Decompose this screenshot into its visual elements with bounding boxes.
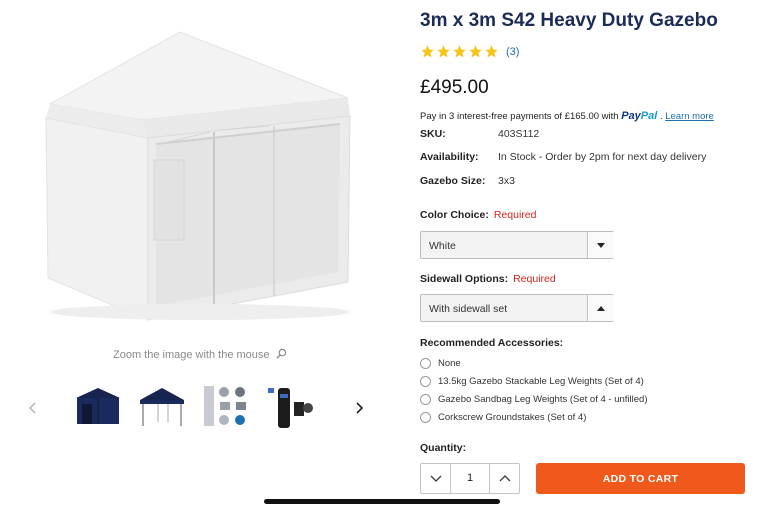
accessory-label: 13.5kg Gazebo Stackable Leg Weights (Set… [438,376,644,387]
thumbnail-gazebo-navy-open[interactable] [136,380,188,432]
star-icon [420,44,435,59]
required-badge: Required [513,273,556,285]
product-rating[interactable]: (3) [420,44,519,59]
meta-value: 403S112 [498,128,540,140]
meta-key: SKU: [420,128,446,140]
product-title: 3m x 3m S42 Heavy Duty Gazebo [420,10,718,31]
accessory-option[interactable]: None [420,358,461,369]
main-product-image[interactable] [30,20,370,330]
increase-quantity-button[interactable] [489,464,519,493]
color-choice-select[interactable]: White [420,231,614,259]
star-icon [436,44,451,59]
decrease-quantity-button[interactable] [421,464,451,493]
caret-down-icon [588,232,614,258]
accessory-label: Gazebo Sandbag Leg Weights (Set of 4 - u… [438,394,648,405]
product-price: £495.00 [420,77,489,98]
paypal-logo-pal: Pal [640,110,658,122]
product-gallery: Zoom the image with the mouse [0,0,400,510]
sidewall-options-text: Sidewall Options: [420,273,509,285]
quantity-label: Quantity: [420,442,467,454]
sidewall-options-select[interactable]: With sidewall set [420,294,614,322]
thumbnail-accessories-parts[interactable] [200,380,252,432]
chevron-left-icon[interactable] [26,400,40,416]
sidewall-options-value: With sidewall set [429,303,508,315]
quantity-stepper: 1 [420,463,520,494]
accessory-label: None [438,358,461,369]
accessory-option[interactable]: Gazebo Sandbag Leg Weights (Set of 4 - u… [420,394,647,405]
star-icon [484,44,499,59]
chevron-down-icon [430,475,441,482]
color-choice-label: Color Choice: Required [420,209,536,221]
add-to-cart-button[interactable]: ADD TO CART [536,463,745,494]
magnifier-icon [275,348,287,362]
meta-value: In Stock - Order by 2pm for next day del… [498,151,707,163]
accessory-option[interactable]: Corkscrew Groundstakes (Set of 4) [420,412,586,423]
star-icon [468,44,483,59]
thumbnail-strip [20,378,370,438]
star-icon [452,44,467,59]
accessory-option[interactable]: 13.5kg Gazebo Stackable Leg Weights (Set… [420,376,644,387]
radio-button[interactable] [420,376,431,387]
color-choice-text: Color Choice: [420,209,489,221]
quantity-input[interactable]: 1 [451,464,489,493]
paypal-logo-pay: Pay [621,110,641,122]
chevron-right-icon[interactable] [352,400,366,416]
home-indicator [264,499,500,504]
zoom-hint: Zoom the image with the mouse [113,348,287,362]
caret-up-icon [588,295,614,321]
paypal-logo: PayPal [621,110,657,122]
meta-key: Gazebo Size: [420,175,486,187]
paypal-text: Pay in 3 interest-free payments of £165.… [420,111,619,122]
recommended-accessories-title: Recommended Accessories: [420,337,564,349]
paypal-installments: Pay in 3 interest-free payments of £165.… [420,110,714,122]
learn-more-link[interactable]: Learn more [665,111,714,122]
required-badge: Required [493,209,537,221]
chevron-up-icon [499,475,510,482]
thumbnail-gazebo-packed-bag[interactable] [264,380,316,432]
product-info: 3m x 3m S42 Heavy Duty Gazebo (3) £495.0… [420,0,768,510]
thumbnail-gazebo-navy-sidewalls[interactable] [72,380,124,432]
sidewall-options-label: Sidewall Options: Required [420,273,556,285]
meta-key: Availability: [420,151,479,163]
radio-button[interactable] [420,358,431,369]
color-choice-value: White [429,240,456,252]
radio-button[interactable] [420,394,431,405]
zoom-hint-text: Zoom the image with the mouse [113,349,270,361]
radio-button[interactable] [420,412,431,423]
meta-value: 3x3 [498,175,515,187]
review-count-link[interactable]: (3) [506,46,519,58]
accessory-label: Corkscrew Groundstakes (Set of 4) [438,412,587,423]
